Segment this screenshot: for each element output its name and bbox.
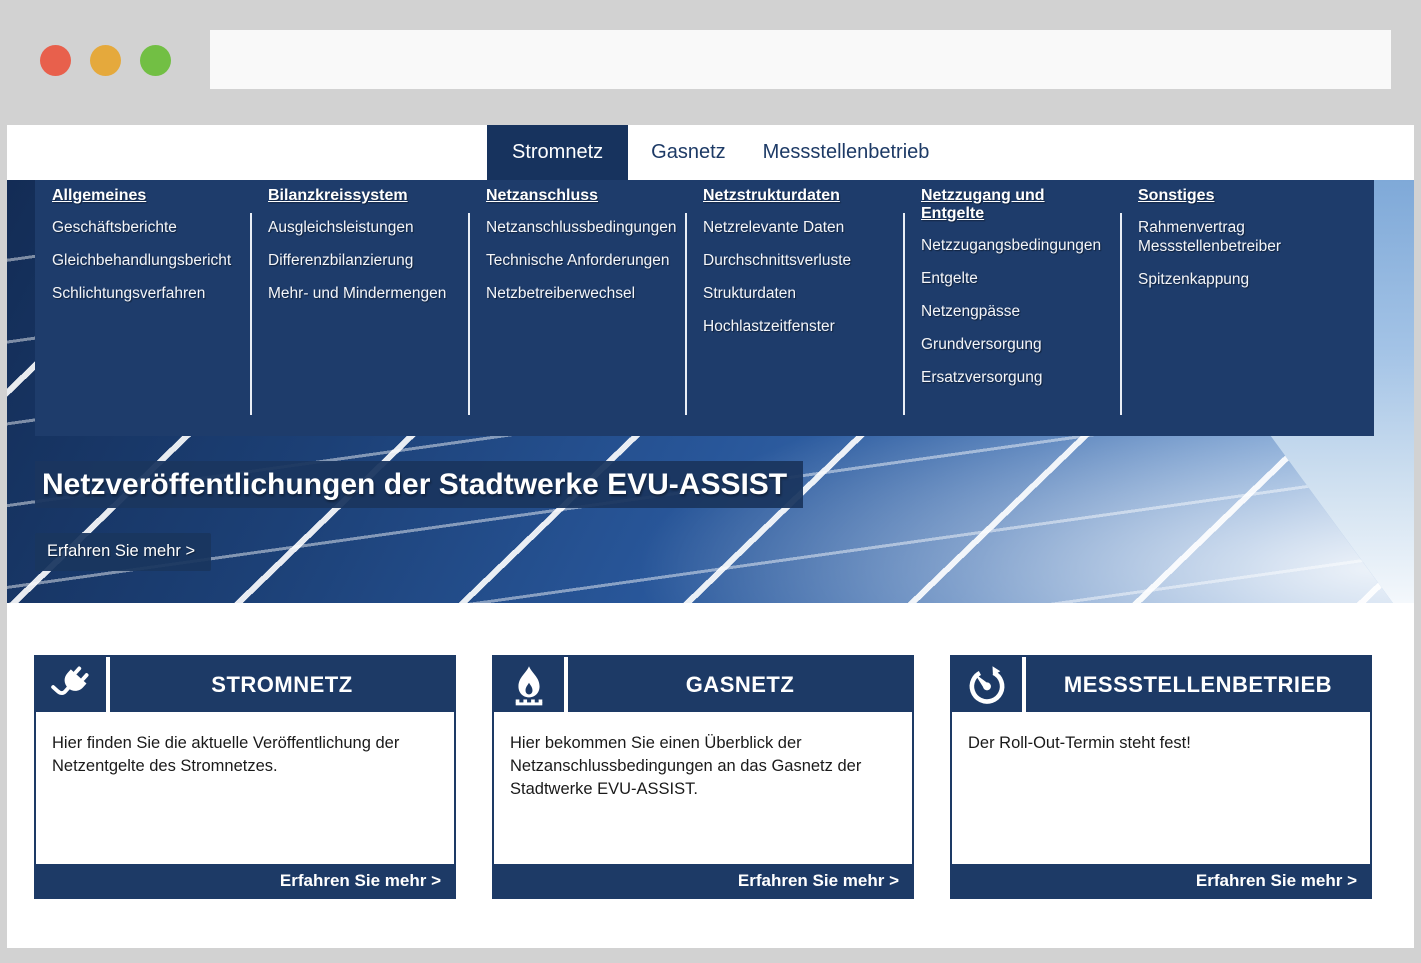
menu-heading-allgemeines[interactable]: Allgemeines	[52, 187, 239, 205]
menu-heading-netzzugang-und-entgelte[interactable]: Netzzugang und Entgelte	[921, 187, 1109, 223]
column-divider	[250, 213, 252, 415]
browser-chrome	[0, 0, 1421, 125]
window-zoom-button[interactable]	[140, 45, 171, 76]
card-title: MESSSTELLENBETRIEB	[1026, 657, 1370, 712]
browser-window: { "window": { "address_bar_value": "" },…	[0, 0, 1421, 963]
card-gasnetz: GASNETZHier bekommen Sie einen Überblick…	[492, 655, 914, 899]
menu-item-netzrelevante-daten[interactable]: Netzrelevante Daten	[703, 218, 892, 237]
menu-item-netzbetreiberwechsel[interactable]: Netzbetreiberwechsel	[486, 284, 674, 303]
card-footer: Erfahren Sie mehr >	[36, 864, 454, 897]
menu-column-bilanzkreissystem: Bilanzkreissystem Ausgleichsleistungen Dif…	[251, 180, 469, 436]
menu-item-hochlastzeitfenster[interactable]: Hochlastzeitfenster	[703, 317, 892, 336]
flame-icon	[494, 657, 568, 712]
column-divider	[1120, 213, 1122, 415]
card-footer: Erfahren Sie mehr >	[952, 864, 1370, 897]
address-bar[interactable]	[210, 30, 1391, 89]
card-messstellenbetrieb: MESSSTELLENBETRIEBDer Roll-Out-Termin st…	[950, 655, 1372, 899]
menu-item-strukturdaten[interactable]: Strukturdaten	[703, 284, 892, 303]
nav-tab-stromnetz[interactable]: Stromnetz	[487, 125, 628, 180]
window-close-button[interactable]	[40, 45, 71, 76]
main-nav: StromnetzGasnetzMessstellenbetrieb	[7, 125, 1414, 180]
menu-item-ersatzversorgung[interactable]: Ersatzversorgung	[921, 368, 1109, 387]
card-header: GASNETZ	[494, 657, 912, 712]
cards-section: STROMNETZHier finden Sie die aktuelle Ve…	[7, 603, 1414, 899]
menu-item-mehr-und-mindermengen[interactable]: Mehr- und Mindermengen	[268, 284, 457, 303]
card-learn-more-button[interactable]: Erfahren Sie mehr >	[1196, 871, 1357, 891]
menu-item-ausgleichsleistungen[interactable]: Ausgleichsleistungen	[268, 218, 457, 237]
menu-heading-netzstrukturdaten[interactable]: Netzstrukturdaten	[703, 187, 892, 205]
hero-learn-more-button[interactable]: Erfahren Sie mehr >	[35, 533, 211, 571]
menu-item-spitzenkappung[interactable]: Spitzenkappung	[1138, 270, 1362, 289]
column-divider	[903, 213, 905, 415]
menu-item-gesch-ftsberichte[interactable]: Geschäftsberichte	[52, 218, 239, 237]
card-learn-more-button[interactable]: Erfahren Sie mehr >	[738, 871, 899, 891]
hero-title: Netzveröffentlichungen der Stadtwerke EV…	[35, 461, 803, 508]
menu-item-netzanschlussbedingungen[interactable]: Netzanschlussbedingungen	[486, 218, 674, 237]
card-description: Der Roll-Out-Termin steht fest!	[952, 712, 1370, 864]
gauge-icon	[952, 657, 1026, 712]
menu-item-grundversorgung[interactable]: Grundversorgung	[921, 335, 1109, 354]
menu-item-gleichbehandlungsbericht[interactable]: Gleichbehandlungsbericht	[52, 251, 239, 270]
menu-item-netzzugangsbedingungen[interactable]: Netzzugangsbedingungen	[921, 236, 1109, 255]
menu-item-entgelte[interactable]: Entgelte	[921, 269, 1109, 288]
window-controls	[40, 45, 190, 76]
card-title: STROMNETZ	[110, 657, 454, 712]
menu-item-technische-anforderungen[interactable]: Technische Anforderungen	[486, 251, 674, 270]
menu-heading-sonstiges[interactable]: Sonstiges	[1138, 187, 1362, 205]
card-learn-more-button[interactable]: Erfahren Sie mehr >	[280, 871, 441, 891]
menu-column-netzzugang-und-entgelte: Netzzugang und Entgelte Netzzugangsbeding…	[904, 180, 1121, 436]
menu-item-durchschnittsverluste[interactable]: Durchschnittsverluste	[703, 251, 892, 270]
card-title: GASNETZ	[568, 657, 912, 712]
hero-banner: Allgemeines Geschäftsberichte Gleichbehand…	[7, 180, 1414, 603]
nav-tabs: StromnetzGasnetzMessstellenbetrieb	[487, 125, 943, 180]
card-description: Hier bekommen Sie einen Überblick der Ne…	[494, 712, 912, 864]
column-divider	[685, 213, 687, 415]
card-header: STROMNETZ	[36, 657, 454, 712]
column-divider	[468, 213, 470, 415]
stromnetz-dropdown-menu: Allgemeines Geschäftsberichte Gleichbehand…	[35, 180, 1374, 436]
nav-tab-gasnetz[interactable]: Gasnetz	[637, 125, 739, 180]
plug-icon	[36, 657, 110, 712]
menu-item-rahmenvertrag-messstellenbetreiber[interactable]: Rahmenvertrag Messstellenbetreiber	[1138, 218, 1362, 256]
nav-tab-messstellenbetrieb[interactable]: Messstellenbetrieb	[749, 125, 944, 180]
card-stromnetz: STROMNETZHier finden Sie die aktuelle Ve…	[34, 655, 456, 899]
menu-heading-netzanschluss[interactable]: Netzanschluss	[486, 187, 674, 205]
menu-item-differenzbilanzierung[interactable]: Differenzbilanzierung	[268, 251, 457, 270]
menu-column-allgemeines: Allgemeines Geschäftsberichte Gleichbehand…	[35, 180, 251, 436]
menu-heading-bilanzkreissystem[interactable]: Bilanzkreissystem	[268, 187, 457, 205]
menu-column-sonstiges: Sonstiges Rahmenvertrag Messstellenbetrei…	[1121, 180, 1374, 436]
window-minimize-button[interactable]	[90, 45, 121, 76]
menu-column-netzstrukturdaten: Netzstrukturdaten Netzrelevante Daten Durc…	[686, 180, 904, 436]
card-description: Hier finden Sie die aktuelle Veröffentli…	[36, 712, 454, 864]
menu-item-schlichtungsverfahren[interactable]: Schlichtungsverfahren	[52, 284, 239, 303]
page: StromnetzGasnetzMessstellenbetrieb Allge…	[7, 125, 1414, 948]
menu-item-netzengp-sse[interactable]: Netzengpässe	[921, 302, 1109, 321]
menu-column-netzanschluss: Netzanschluss Netzanschlussbedingungen Tec…	[469, 180, 686, 436]
card-footer: Erfahren Sie mehr >	[494, 864, 912, 897]
card-header: MESSSTELLENBETRIEB	[952, 657, 1370, 712]
